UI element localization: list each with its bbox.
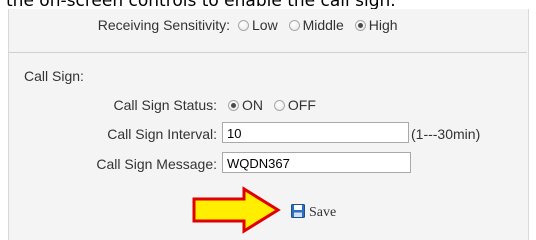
sensitivity-low-label: Low bbox=[252, 17, 278, 33]
sensitivity-low-option[interactable]: Low bbox=[238, 17, 278, 33]
status-off-label: OFF bbox=[287, 97, 316, 113]
cropped-caption: the on-screen controls to enable the cal… bbox=[0, 0, 536, 9]
sensitivity-middle-label: Middle bbox=[302, 17, 344, 33]
radio-unchecked-icon[interactable] bbox=[273, 100, 285, 111]
status-on-label: ON bbox=[242, 97, 263, 113]
sensitivity-high-label: High bbox=[368, 17, 398, 33]
caption-text: the on-screen controls to enable the cal… bbox=[6, 0, 396, 9]
call-sign-section-title: Call Sign: bbox=[24, 68, 84, 84]
call-sign-interval-label: Call Sign Interval: bbox=[107, 126, 217, 142]
sensitivity-middle-option[interactable]: Middle bbox=[288, 17, 344, 33]
call-sign-status-label: Call Sign Status: bbox=[113, 97, 218, 113]
radio-checked-icon[interactable] bbox=[354, 20, 366, 31]
radio-unchecked-icon[interactable] bbox=[288, 20, 300, 31]
call-sign-interval-hint: (1---30min) bbox=[411, 126, 481, 142]
call-sign-interval-input[interactable] bbox=[222, 122, 409, 143]
annotation-arrow-icon bbox=[192, 186, 281, 234]
section-divider bbox=[8, 52, 527, 53]
sensitivity-high-option[interactable]: High bbox=[354, 17, 398, 33]
receiving-sensitivity-options: Low Middle High bbox=[238, 17, 405, 33]
status-off-option[interactable]: OFF bbox=[273, 97, 316, 113]
call-sign-status-options: ON OFF bbox=[228, 97, 323, 113]
call-sign-message-input[interactable] bbox=[222, 152, 411, 173]
receiving-sensitivity-label: Receiving Sensitivity: bbox=[97, 17, 230, 33]
floppy-disk-icon bbox=[291, 204, 305, 218]
status-on-option[interactable]: ON bbox=[228, 97, 263, 113]
save-label: Save bbox=[309, 205, 337, 220]
call-sign-message-label: Call Sign Message: bbox=[96, 156, 217, 172]
radio-unchecked-icon[interactable] bbox=[238, 20, 249, 31]
save-button[interactable]: Save bbox=[291, 204, 336, 221]
radio-checked-icon[interactable] bbox=[228, 100, 239, 111]
